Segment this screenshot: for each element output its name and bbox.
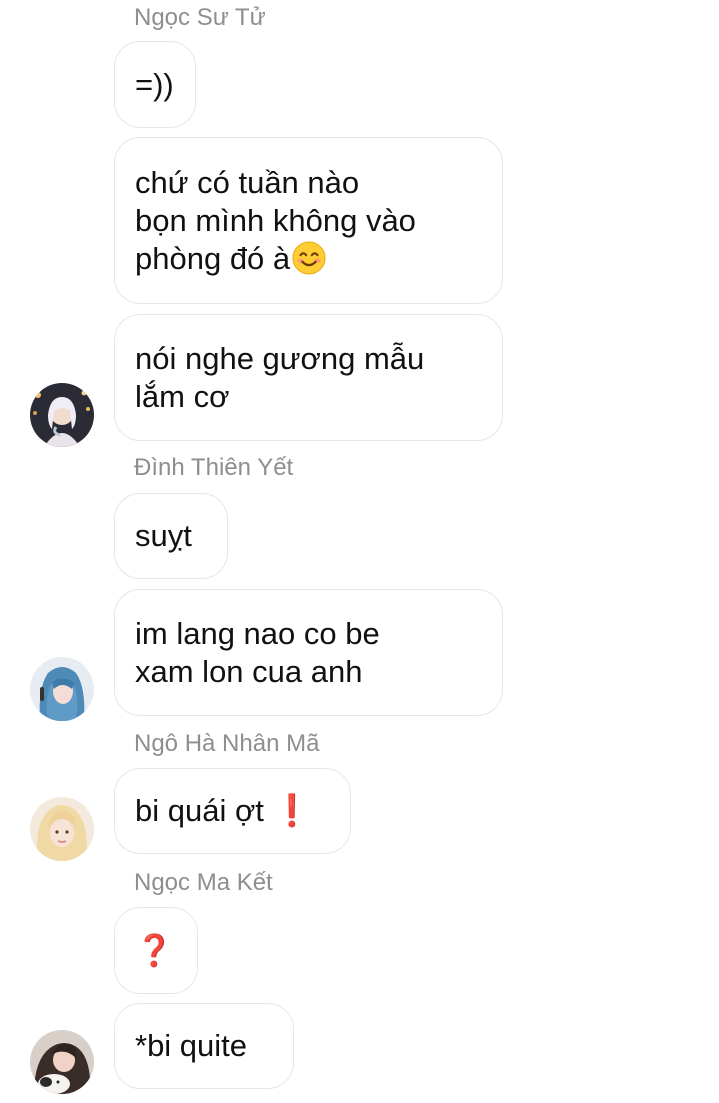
message-text: im lang nao co be	[135, 615, 380, 651]
message-bubble[interactable]: ❓	[114, 907, 198, 994]
message-bubble[interactable]: nói nghe gương mẫu lắm cơ	[114, 314, 503, 441]
message-text: nói nghe gương mẫu	[135, 340, 425, 376]
message-bubble[interactable]: *bi quite	[114, 1003, 294, 1089]
message-bubble[interactable]: bi quái ợt ❗	[114, 768, 351, 854]
sender-name: Đình Thiên Yết	[134, 454, 294, 481]
red-question-emoji-icon: ❓	[135, 932, 174, 968]
message-text: bi quái ợt	[135, 793, 264, 828]
message-bubble[interactable]: =))	[114, 41, 196, 128]
message-text: =))	[135, 66, 174, 102]
red-exclamation-emoji-icon: ❗	[272, 793, 312, 828]
message-text: bi quái ợt ❗	[135, 792, 330, 830]
avatar[interactable]	[30, 383, 94, 447]
avatar[interactable]	[30, 657, 94, 721]
sender-name: Ngọc Ma Kết	[134, 869, 273, 896]
message-bubble[interactable]: suỵt	[114, 493, 228, 579]
message-text: lắm cơ	[135, 378, 230, 414]
message-bubble[interactable]: chứ có tuần nào bọn mình không vào phòng…	[114, 137, 503, 304]
message-text: *bi quite	[135, 1028, 248, 1063]
avatar[interactable]	[30, 797, 94, 861]
message-text: chứ có tuần nào	[135, 164, 360, 200]
sender-name: Ngô Hà Nhân Mã	[134, 730, 320, 757]
message-text: phòng đó à	[135, 240, 291, 276]
avatar[interactable]	[30, 1030, 94, 1094]
message-text: suỵt	[135, 518, 192, 553]
sender-name: Ngọc Sư Tử	[134, 4, 266, 31]
message-text: phòng đó à	[135, 240, 482, 278]
message-text: xam lon cua anh	[135, 653, 363, 689]
smiling-face-emoji-icon	[292, 240, 326, 275]
message-bubble[interactable]: im lang nao co be xam lon cua anh	[114, 589, 503, 716]
message-text: bọn mình không vào	[135, 202, 416, 238]
